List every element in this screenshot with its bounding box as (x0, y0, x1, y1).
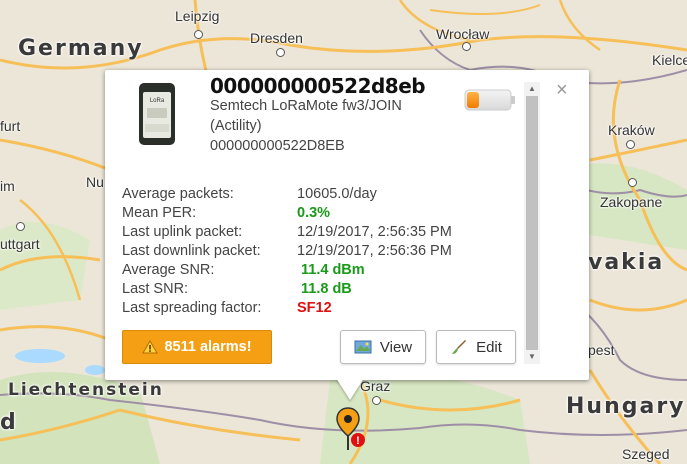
popup-tail (336, 378, 364, 400)
stat-value-average-snr: 11.4 dBm (301, 262, 365, 278)
map-label-slovakia: vakia (588, 250, 665, 275)
stat-value-last-uplink: 12/19/2017, 2:56:35 PM (297, 224, 452, 240)
device-image: LoRa (139, 83, 175, 145)
city-dot-dresden (276, 48, 285, 57)
stat-value-spreading-factor: SF12 (297, 300, 332, 316)
map-label-kielce: Kielce (652, 52, 687, 68)
city-dot-zakopane (628, 178, 637, 187)
alarms-button[interactable]: 8511 alarms! (122, 330, 272, 364)
map-label-leipzig: Leipzig (175, 8, 220, 24)
stat-label-average-snr: Average SNR: (122, 262, 215, 278)
view-button[interactable]: View (340, 330, 426, 364)
map-label-graz: Graz (360, 378, 391, 394)
map-label-wroclaw: Wrocław (436, 26, 490, 42)
map-label-pest: pest (588, 342, 615, 358)
map-label-im: im (0, 178, 15, 194)
stat-label-last-uplink: Last uplink packet: (122, 224, 243, 240)
stat-label-average-packets: Average packets: (122, 186, 234, 202)
map-label-krakow: Kraków (608, 122, 655, 138)
close-icon[interactable]: × (556, 80, 568, 100)
device-eui: 000000000522D8EB (210, 138, 345, 154)
device-join-mode: (Actility) (210, 118, 262, 134)
paintbrush-icon (452, 340, 467, 354)
popup-scrollbar[interactable]: ▲ ▼ (524, 82, 540, 364)
device-image-label: LoRa (150, 98, 165, 104)
map-label-nu: Nu (86, 174, 104, 190)
svg-text:!: ! (356, 435, 360, 447)
map-label-zakopane: Zakopane (600, 194, 663, 210)
stat-value-average-packets: 10605.0/day (297, 186, 377, 202)
city-dot-graz (372, 396, 381, 405)
battery-low-icon (464, 89, 515, 111)
city-dot-leipzig (194, 30, 203, 39)
map-view-icon (354, 340, 372, 354)
map-label-szeged: Szeged (622, 446, 670, 462)
edit-button-label: Edit (476, 338, 502, 356)
stat-label-mean-per: Mean PER: (122, 205, 197, 221)
map-label-dresden: Dresden (250, 30, 303, 46)
stat-label-spreading-factor: Last spreading factor: (122, 300, 262, 316)
stat-value-mean-per: 0.3% (297, 205, 331, 221)
stat-label-last-snr: Last SNR: (122, 281, 189, 297)
city-dot-wroclaw (462, 42, 471, 51)
map-label-liechtenstein: Liechtenstein (8, 380, 164, 400)
alarms-button-label: 8511 alarms! (164, 339, 252, 355)
map-label-germany: Germany (18, 36, 144, 61)
map-label-hungary: Hungary (566, 394, 686, 419)
device-model: Semtech LoRaMote fw3/JOIN (210, 98, 402, 114)
stat-label-last-downlink: Last downlink packet: (122, 243, 261, 259)
city-dot-krakow (626, 140, 635, 149)
scroll-thumb[interactable] (526, 96, 538, 350)
device-map-marker[interactable]: ! (336, 406, 368, 452)
map-label-furt: furt (0, 118, 21, 134)
scroll-down-arrow-icon[interactable]: ▼ (524, 350, 540, 364)
map-label-partial-d: d (0, 410, 18, 435)
view-button-label: View (379, 338, 413, 356)
device-id-title: 000000000522d8eb (210, 74, 426, 98)
warning-icon (142, 340, 159, 354)
scroll-up-arrow-icon[interactable]: ▲ (524, 82, 540, 96)
stat-value-last-downlink: 12/19/2017, 2:56:36 PM (297, 243, 452, 259)
edit-button[interactable]: Edit (436, 330, 516, 364)
stat-value-last-snr: 11.8 dB (301, 281, 352, 297)
map-label-stuttgart: uttgart (0, 236, 40, 252)
city-dot-stuttgart (16, 222, 25, 231)
